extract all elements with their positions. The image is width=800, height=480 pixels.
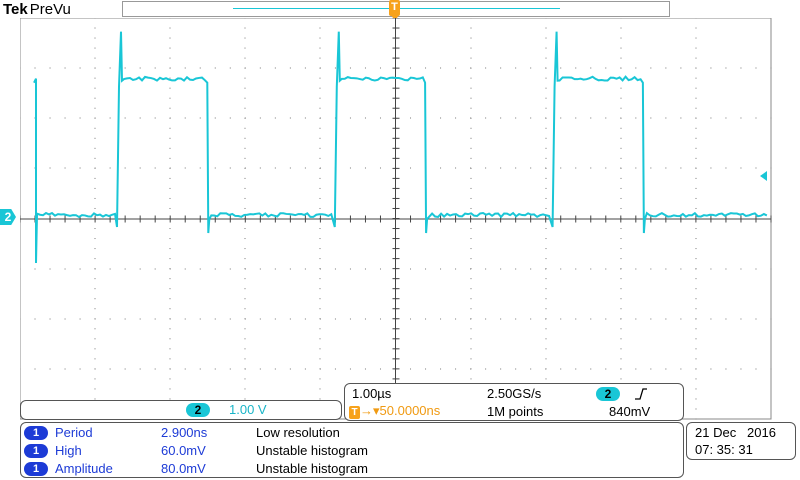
measurement-status: Low resolution bbox=[256, 425, 340, 440]
trigger-source-badge: 2 bbox=[596, 387, 620, 401]
measurement-channel-badge: 1 bbox=[24, 426, 48, 440]
channel-scale-value: 1.00 V bbox=[229, 402, 267, 417]
datetime-panel: 21 Dec 2016 07: 35: 31 bbox=[686, 422, 796, 460]
measurement-name: Period bbox=[55, 425, 93, 440]
measurement-row[interactable]: 1 High 60.0mV Unstable histogram bbox=[21, 442, 683, 459]
measurement-value: 60.0mV bbox=[161, 443, 206, 458]
channel-scale-panel[interactable]: 2 1.00 V bbox=[20, 400, 342, 420]
measurement-value: 80.0mV bbox=[161, 461, 206, 476]
trigger-position-label: T →▾50.0000ns bbox=[349, 403, 440, 419]
brand-label: Tek PreVu bbox=[3, 1, 71, 18]
trigger-t-icon: T bbox=[349, 406, 360, 419]
trigger-position-icon[interactable]: T bbox=[389, 0, 400, 16]
time-per-division: 1.00µs bbox=[352, 386, 391, 401]
measurement-name: Amplitude bbox=[55, 461, 113, 476]
timebase-panel[interactable]: 1.00µs 2.50GS/s 2 T →▾50.0000ns 1M points… bbox=[344, 383, 684, 421]
top-bar: Tek PreVu T bbox=[0, 0, 800, 18]
measurements-panel[interactable]: 1 Period 2.900ns Low resolution 1 High 6… bbox=[20, 422, 684, 478]
arrow-icon: →▾ bbox=[360, 403, 380, 418]
measurement-channel-badge: 1 bbox=[24, 444, 48, 458]
trigger-level-icon[interactable] bbox=[760, 171, 767, 181]
horizontal-position: 50.0000ns bbox=[380, 403, 441, 418]
measurement-row[interactable]: 1 Amplitude 80.0mV Unstable histogram bbox=[21, 460, 683, 477]
record-length: 1M points bbox=[487, 404, 543, 419]
date-label: 21 Dec 2016 bbox=[695, 425, 776, 440]
measurement-value: 2.900ns bbox=[161, 425, 207, 440]
trigger-level: 840mV bbox=[609, 404, 650, 419]
waveform-display[interactable] bbox=[20, 18, 772, 420]
measurement-status: Unstable histogram bbox=[256, 443, 368, 458]
rising-edge-icon bbox=[634, 387, 648, 401]
measurement-channel-badge: 1 bbox=[24, 462, 48, 476]
time-label: 07: 35: 31 bbox=[695, 442, 753, 457]
sample-rate: 2.50GS/s bbox=[487, 386, 541, 401]
channel-2-ground-marker[interactable]: 2 bbox=[0, 209, 16, 225]
measurement-row[interactable]: 1 Period 2.900ns Low resolution bbox=[21, 424, 683, 441]
measurement-name: High bbox=[55, 443, 82, 458]
measurement-status: Unstable histogram bbox=[256, 461, 368, 476]
channel-2-badge: 2 bbox=[186, 403, 210, 417]
